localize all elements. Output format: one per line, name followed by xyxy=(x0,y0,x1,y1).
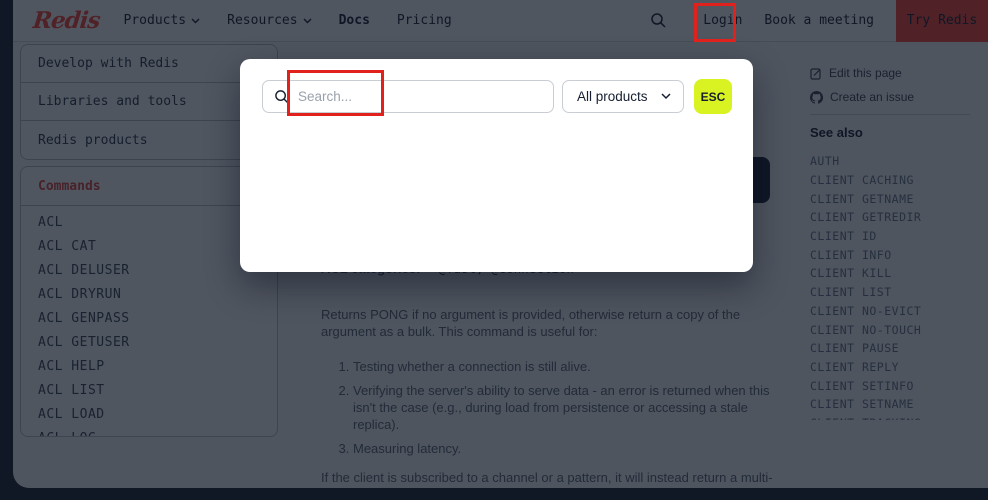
annotation-box-search-input xyxy=(287,70,384,116)
page: Redis Products Resources Docs xyxy=(0,0,988,500)
product-filter-select[interactable]: All products xyxy=(562,80,684,113)
chevron-down-icon xyxy=(661,93,671,100)
annotation-box-search-icon xyxy=(694,3,736,42)
esc-button[interactable]: ESC xyxy=(694,79,732,114)
